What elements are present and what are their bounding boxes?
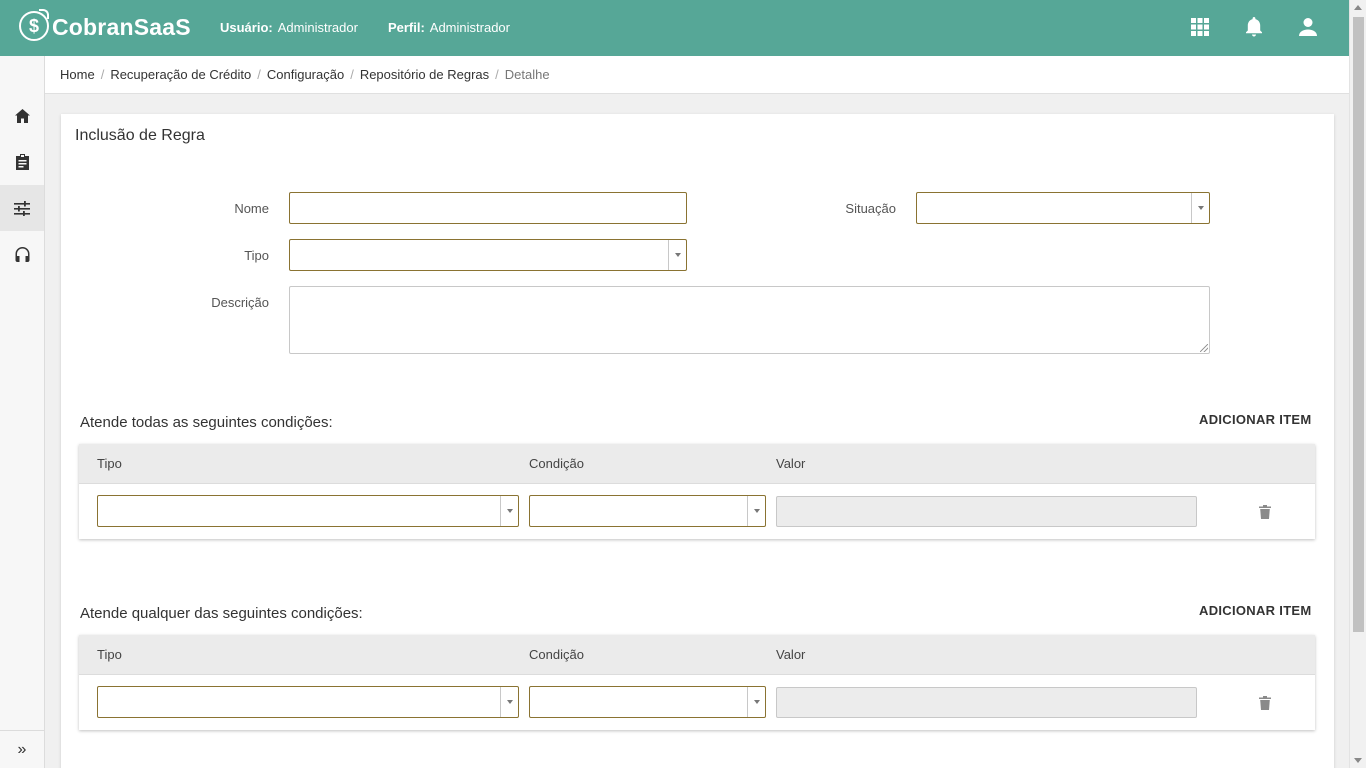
home-icon[interactable]	[0, 93, 44, 139]
condition-tipo-select[interactable]	[97, 686, 519, 718]
breadcrumb-separator: /	[350, 67, 354, 82]
column-tipo: Tipo	[97, 456, 122, 471]
section-all-title: Atende todas as seguintes condições:	[80, 414, 333, 431]
scroll-thumb[interactable]	[1353, 17, 1364, 632]
section-any-title: Atende qualquer das seguintes condições:	[80, 605, 363, 622]
table-row	[79, 675, 1315, 730]
sliders-icon[interactable]	[0, 185, 44, 231]
user-label: Usuário:	[220, 20, 273, 35]
apps-grid-icon[interactable]	[1189, 16, 1211, 38]
descricao-textarea[interactable]	[289, 286, 1210, 354]
tipo-label: Tipo	[244, 248, 269, 263]
logo-icon: $	[19, 9, 49, 41]
breadcrumb: Home / Recuperação de Crédito / Configur…	[45, 56, 1349, 94]
add-item-all-button[interactable]: ADICIONAR ITEM	[1199, 412, 1312, 427]
breadcrumb-detalhe: Detalhe	[504, 67, 550, 82]
column-valor: Valor	[776, 647, 806, 662]
profile-value: Administrador	[429, 20, 510, 35]
tipo-select[interactable]	[289, 239, 687, 271]
breadcrumb-separator: /	[495, 67, 499, 82]
add-item-any-button[interactable]: ADICIONAR ITEM	[1199, 603, 1312, 618]
table-header: Tipo Condição Valor	[79, 635, 1315, 675]
column-condicao: Condição	[529, 647, 584, 662]
resize-handle-icon[interactable]	[1200, 344, 1208, 352]
user-info: Usuário: Administrador Perfil: Administrad…	[220, 20, 510, 35]
situacao-label: Situação	[845, 201, 896, 216]
clipboard-icon[interactable]	[0, 139, 44, 185]
user-info-user: Usuário: Administrador	[220, 20, 358, 35]
table-header: Tipo Condição Valor	[79, 444, 1315, 484]
chevron-down-icon[interactable]	[747, 496, 765, 526]
breadcrumb-separator: /	[100, 67, 105, 82]
chevron-down-icon[interactable]	[500, 496, 518, 526]
sidebar: »	[0, 56, 45, 768]
conditions-all-table: Tipo Condição Valor	[79, 444, 1315, 539]
chevron-down-icon[interactable]	[668, 240, 686, 270]
descricao-label: Descrição	[211, 295, 269, 310]
bell-icon[interactable]	[1243, 16, 1265, 38]
page-title: Inclusão de Regra	[75, 127, 205, 144]
situacao-select[interactable]	[916, 192, 1210, 224]
column-valor: Valor	[776, 456, 806, 471]
breadcrumb-recuperacao[interactable]: Recuperação de Crédito	[110, 67, 251, 82]
user-value: Administrador	[277, 20, 358, 35]
breadcrumb-repositorio[interactable]: Repositório de Regras	[360, 67, 489, 82]
condition-condicao-select[interactable]	[529, 686, 766, 718]
column-tipo: Tipo	[97, 647, 122, 662]
user-icon[interactable]	[1297, 16, 1319, 38]
trash-icon[interactable]	[1259, 505, 1271, 519]
header-actions	[1189, 16, 1319, 38]
breadcrumb-configuracao[interactable]: Configuração	[267, 67, 344, 82]
conditions-any-table: Tipo Condição Valor	[79, 635, 1315, 730]
brand-logo[interactable]: $ CobranSaaS	[19, 9, 191, 41]
nome-label: Nome	[234, 201, 269, 216]
condition-valor-input[interactable]	[776, 687, 1197, 718]
breadcrumb-separator: /	[257, 67, 261, 82]
expand-sidebar-icon[interactable]: »	[0, 730, 44, 768]
condition-tipo-select[interactable]	[97, 495, 519, 527]
nome-input[interactable]	[289, 192, 687, 224]
top-header: $ CobranSaaS Usuário: Administrador Perfi…	[0, 0, 1349, 56]
trash-icon[interactable]	[1259, 696, 1271, 710]
brand-name: CobranSaaS	[52, 14, 191, 40]
table-row	[79, 484, 1315, 539]
profile-label: Perfil:	[387, 20, 425, 35]
chevron-down-icon[interactable]	[747, 687, 765, 717]
chevron-down-icon[interactable]	[1191, 193, 1209, 223]
user-info-profile: Perfil: Administrador	[388, 20, 510, 35]
scroll-down-icon[interactable]	[1354, 758, 1362, 763]
condition-condicao-select[interactable]	[529, 495, 766, 527]
headset-icon[interactable]	[0, 231, 44, 277]
breadcrumb-home[interactable]: Home	[60, 67, 95, 82]
chevron-down-icon[interactable]	[500, 687, 518, 717]
column-condicao: Condição	[529, 456, 584, 471]
condition-valor-input[interactable]	[776, 496, 1197, 527]
scroll-up-icon[interactable]	[1354, 5, 1362, 10]
page-scrollbar[interactable]	[1349, 0, 1366, 768]
rule-form-card: Inclusão de Regra Nome Situação Tipo Des…	[61, 114, 1334, 768]
